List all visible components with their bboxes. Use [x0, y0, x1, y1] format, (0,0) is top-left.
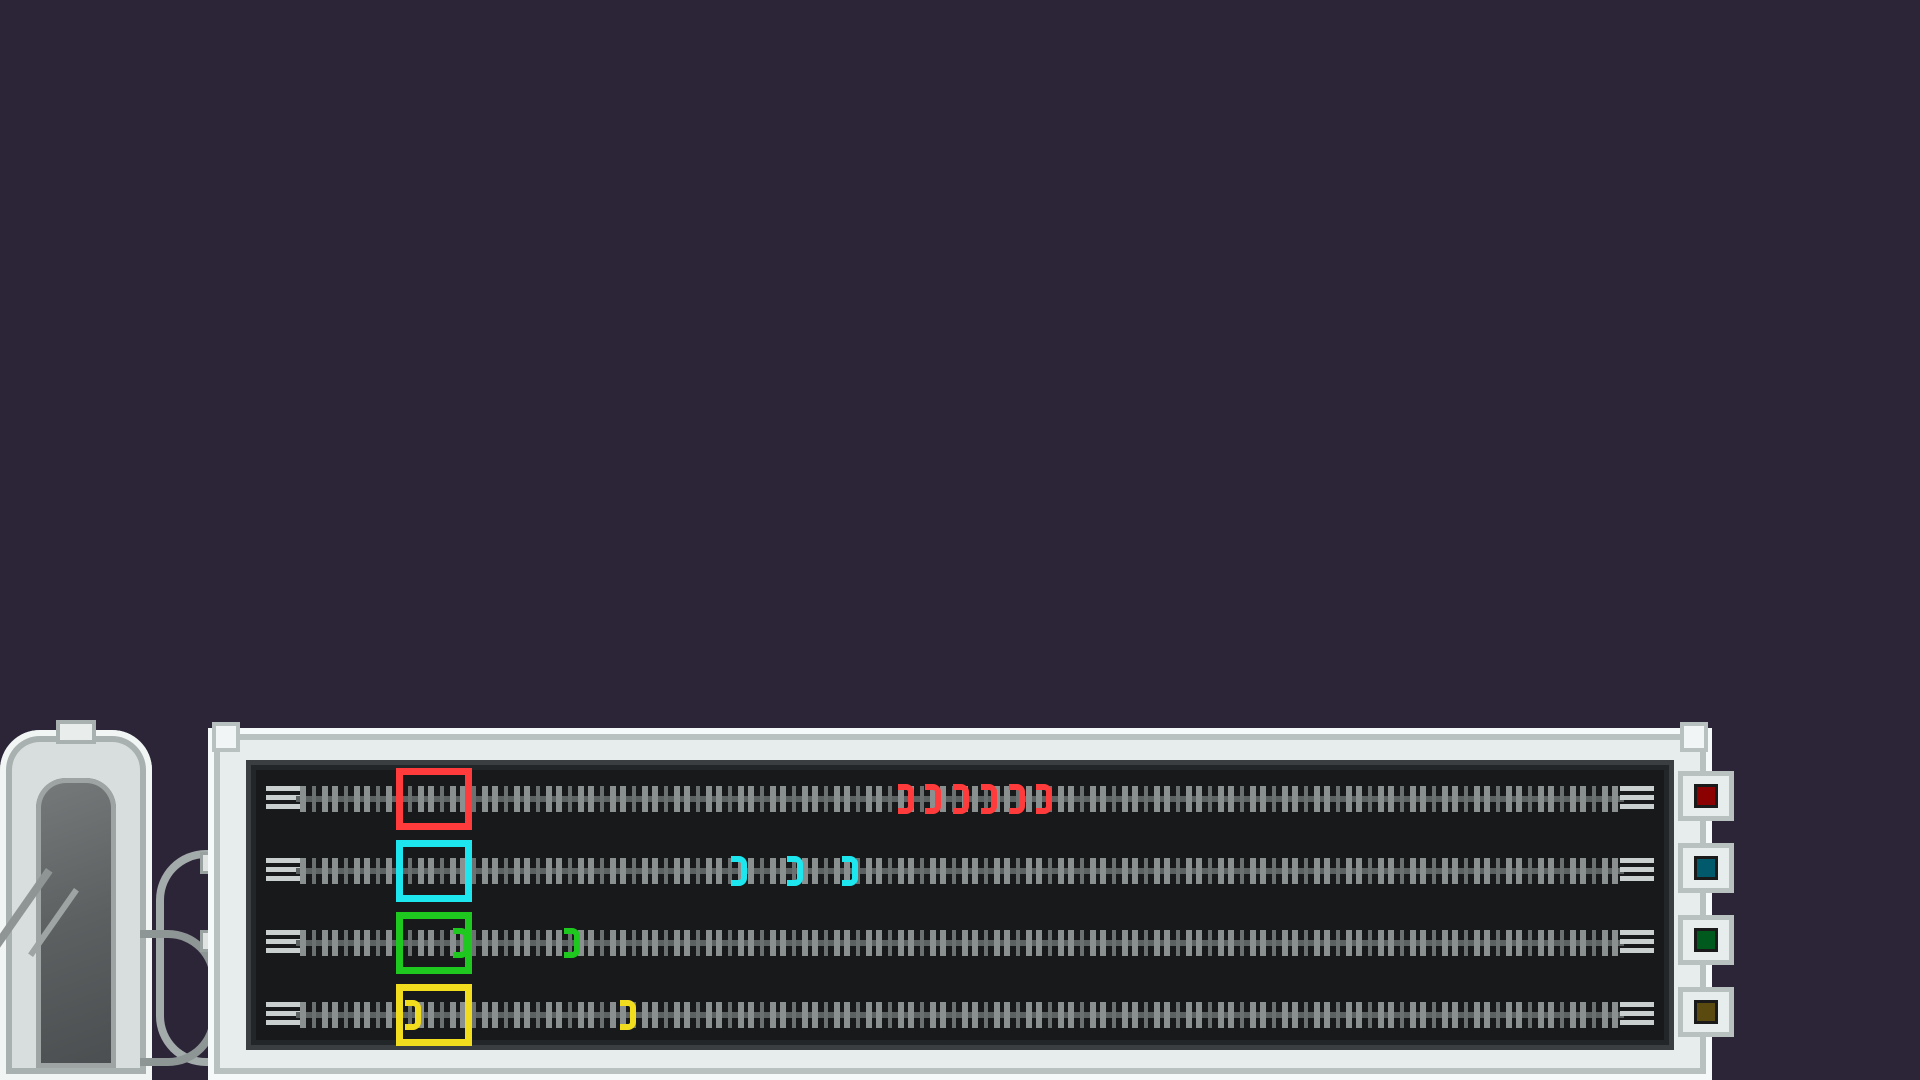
note-red [1009, 784, 1025, 814]
lane-cyan [266, 852, 1654, 890]
hit-box-green[interactable] [396, 912, 472, 974]
lane-endcap-left [266, 858, 300, 884]
note-yellow [620, 1000, 636, 1030]
lane-yellow [266, 996, 1654, 1034]
note-cyan [731, 856, 747, 886]
lane-endcap-right [1620, 930, 1654, 956]
note-red [925, 784, 941, 814]
lane-endcap-right [1620, 1002, 1654, 1028]
game-stage [0, 0, 1920, 1080]
lane-indicator-cyan [1678, 843, 1734, 893]
lane-track [296, 1002, 1624, 1028]
lane-endcap-left [266, 1002, 300, 1028]
lane-endcap-left [266, 786, 300, 812]
note-cyan [842, 856, 858, 886]
hit-box-cyan[interactable] [396, 840, 472, 902]
capsule-pillar-icon [0, 720, 152, 1080]
lane-green [266, 924, 1654, 962]
lane-track [296, 858, 1624, 884]
board-ear-left [212, 722, 240, 752]
hit-box-yellow[interactable] [396, 984, 472, 1046]
lane-red [266, 780, 1654, 818]
note-red [1036, 784, 1052, 814]
note-red [898, 784, 914, 814]
note-cyan [787, 856, 803, 886]
hit-box-red[interactable] [396, 768, 472, 830]
board-ear-right [1680, 722, 1708, 752]
pillar-cap [56, 720, 96, 744]
note-red [953, 784, 969, 814]
lane-indicator-green [1678, 915, 1734, 965]
rhythm-board [208, 722, 1712, 1080]
lane-indicator-yellow [1678, 987, 1734, 1037]
indicator-swatch [1694, 856, 1718, 880]
pillar-glass [36, 778, 116, 1068]
indicator-swatch [1694, 1000, 1718, 1024]
note-red [981, 784, 997, 814]
indicator-swatch [1694, 784, 1718, 808]
indicator-swatch [1694, 928, 1718, 952]
lane-endcap-right [1620, 858, 1654, 884]
lane-area [246, 760, 1674, 1050]
note-green [564, 928, 580, 958]
lane-track [296, 930, 1624, 956]
lane-endcap-right [1620, 786, 1654, 812]
lane-endcap-left [266, 930, 300, 956]
lane-indicator-red [1678, 771, 1734, 821]
